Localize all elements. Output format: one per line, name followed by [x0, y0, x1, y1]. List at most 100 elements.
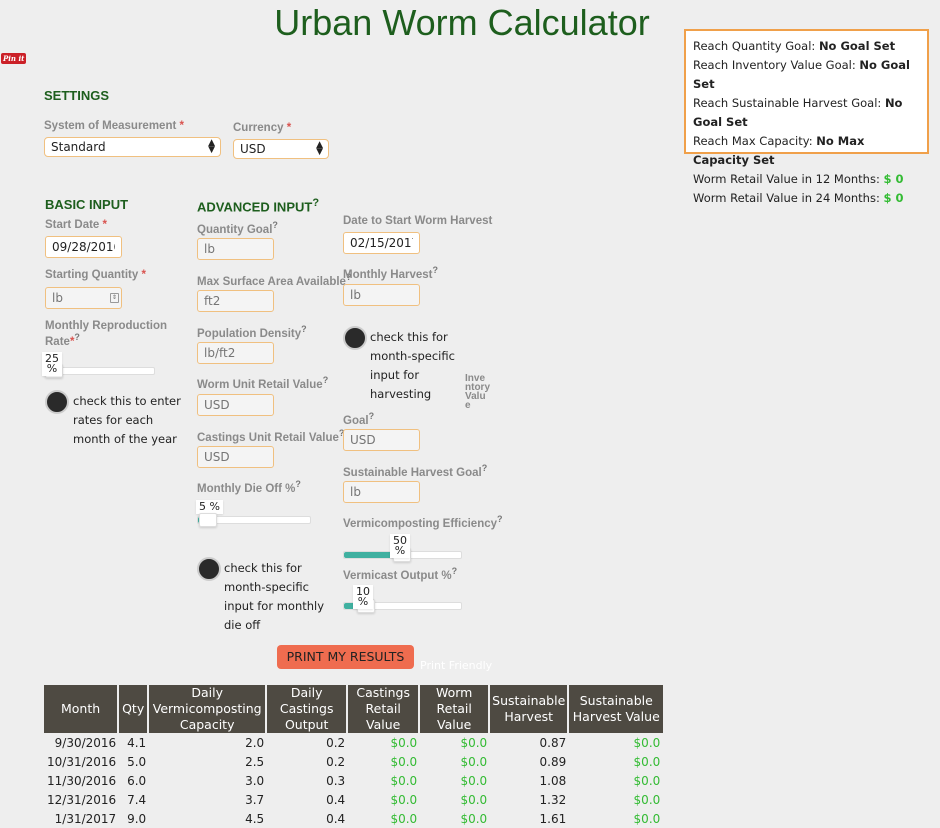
check-label-line: input for monthly: [224, 599, 325, 613]
select-arrows-icon: ▲ ▼: [316, 140, 323, 157]
summary-value-12: Worm Retail Value in 12 Months: $ 0: [693, 170, 920, 189]
system-label-text: System of Measurement: [44, 120, 177, 132]
inventory-value-label: Inve ntory Valu e: [465, 374, 490, 411]
summary-harvest-goal: Reach Sustainable Harvest Goal: No Goal …: [693, 94, 920, 132]
check-label-line: month-specific: [370, 349, 455, 363]
table-cell: 9/30/2016: [54, 735, 117, 750]
goal-label: Goal?: [343, 411, 374, 427]
col-month: Month: [44, 685, 120, 733]
currency-label: Currency *: [233, 122, 291, 134]
help-icon[interactable]: ?: [74, 332, 80, 342]
harvest-date-label: Date to Start Worm Harvest: [343, 215, 493, 227]
table-cell: 0.2: [326, 754, 346, 769]
vermicast-tooltip: 10%: [353, 585, 373, 609]
summary-inventory-goal: Reach Inventory Value Goal: No Goal Set: [693, 56, 920, 94]
table-cell: $0.0: [460, 811, 488, 826]
table-cell: $0.0: [460, 792, 488, 807]
max-surface-label: Max Surface Area Available?: [197, 272, 351, 288]
summary-quantity-goal: Reach Quantity Goal: No Goal Set: [693, 37, 920, 56]
quantity-goal-label: Quantity Goal?: [197, 220, 278, 236]
advanced-input-heading: ADVANCED INPUT?: [197, 197, 319, 214]
system-select[interactable]: Standard ▲ ▼: [44, 137, 221, 157]
max-surface-input[interactable]: [197, 290, 274, 312]
worm-unit-input[interactable]: [197, 394, 274, 416]
check-label-line: die off: [224, 618, 261, 632]
table-cell: 12/31/2016: [47, 792, 117, 807]
monthly-harvest-input[interactable]: [343, 284, 420, 306]
currency-label-text: Currency: [233, 122, 284, 134]
die-off-tooltip: 5 %: [196, 500, 223, 514]
harvest-date-input[interactable]: [343, 232, 420, 254]
help-icon[interactable]: ?: [312, 197, 319, 209]
table-cell: 4.1: [127, 735, 147, 750]
help-icon[interactable]: ?: [482, 463, 488, 473]
currency-select[interactable]: USD ▲ ▼: [233, 139, 329, 159]
help-icon[interactable]: ?: [432, 265, 438, 275]
die-off-month-toggle[interactable]: [197, 557, 221, 581]
table-cell: 7.4: [127, 792, 147, 807]
advanced-heading-text: ADVANCED INPUT: [197, 199, 313, 215]
currency-select-value: USD: [240, 142, 266, 156]
table-cell: $0.0: [460, 773, 488, 788]
table-cell: 1.32: [539, 792, 567, 807]
efficiency-tooltip: 50%: [390, 534, 410, 558]
table-row: 9/30/2016 4.1 2.0 0.2 $0.0 $0.0 0.87 $0.0: [44, 733, 663, 752]
print-results-button[interactable]: PRINT MY RESULTS: [277, 645, 414, 669]
start-date-label-text: Start Date: [45, 219, 100, 231]
table-cell: 2.5: [245, 754, 265, 769]
page-title-text: Urban Worm Calculator: [274, 2, 650, 43]
label-text: Population Density: [197, 327, 302, 340]
monthly-rates-toggle[interactable]: [45, 390, 69, 414]
pin-it-button[interactable]: Pin it: [1, 53, 27, 64]
table-cell: 0.3: [326, 773, 346, 788]
settings-heading: SETTINGS: [44, 88, 110, 103]
starting-qty-label: Starting Quantity *: [45, 269, 146, 281]
table-cell: 0.4: [326, 811, 346, 826]
density-input[interactable]: [197, 342, 274, 364]
check-label-line: month of the year: [73, 432, 177, 446]
help-icon[interactable]: ?: [369, 411, 375, 421]
repro-rate-label: Monthly Reproduction Rate*?: [45, 320, 167, 348]
help-icon[interactable]: ?: [323, 375, 329, 385]
sust-goal-input[interactable]: [343, 481, 420, 503]
table-row: 1/31/2017 9.0 4.5 0.4 $0.0 $0.0 1.61 $0.0: [44, 809, 663, 828]
check-label-line: month-specific: [224, 580, 309, 594]
spinner-icon[interactable]: ⇕: [110, 293, 119, 303]
help-icon[interactable]: ?: [272, 220, 278, 230]
col-castings-value: Castings Retail Value: [348, 685, 421, 733]
sust-goal-label: Sustainable Harvest Goal?: [343, 463, 487, 479]
print-friendly-link[interactable]: Print Friendly: [420, 659, 492, 672]
table-cell: $0.0: [390, 811, 418, 826]
inventory-goal-input[interactable]: [343, 429, 420, 451]
label-text: Monthly Harvest: [343, 268, 433, 281]
required-mark: *: [286, 122, 292, 134]
label-text: Quantity Goal: [197, 223, 273, 236]
summary-value: $ 0: [883, 172, 904, 186]
help-icon[interactable]: ?: [497, 514, 503, 524]
repro-slider-tooltip: 25%: [42, 352, 62, 376]
harvest-month-toggle[interactable]: [343, 326, 367, 350]
summary-label: Reach Max Capacity:: [693, 134, 813, 148]
help-icon[interactable]: ?: [301, 324, 307, 334]
vermicast-label: Vermicast Output %?: [343, 566, 457, 582]
table-cell: 1/31/2017: [54, 811, 117, 826]
castings-unit-input[interactable]: [197, 446, 274, 468]
col-capacity: Daily Vermicomposting Capacity: [149, 685, 268, 733]
die-off-slider-handle[interactable]: [199, 513, 217, 527]
label-text: Vermicomposting Efficiency: [343, 517, 498, 530]
check-label-line: check this for: [224, 561, 302, 575]
label-text: Vermicast Output %: [343, 569, 452, 582]
label-fragment: e: [465, 400, 471, 411]
summary-label: Worm Retail Value in 24 Months:: [693, 191, 880, 205]
table-cell: $0.0: [390, 735, 418, 750]
table-row: 11/30/2016 6.0 3.0 0.3 $0.0 $0.0 1.08 $0.0: [44, 771, 663, 790]
help-icon[interactable]: ?: [295, 479, 301, 489]
monthly-rates-toggle-label: check this to enter rates for each month…: [73, 392, 181, 449]
vermicast-unit: %: [357, 595, 369, 608]
start-date-input[interactable]: [45, 236, 122, 258]
summary-value: No Goal Set: [818, 39, 896, 53]
label-text: Sustainable Harvest Goal: [343, 466, 482, 479]
help-icon[interactable]: ?: [452, 566, 458, 576]
check-label-line: harvesting: [370, 387, 432, 401]
quantity-goal-input[interactable]: [197, 238, 274, 260]
